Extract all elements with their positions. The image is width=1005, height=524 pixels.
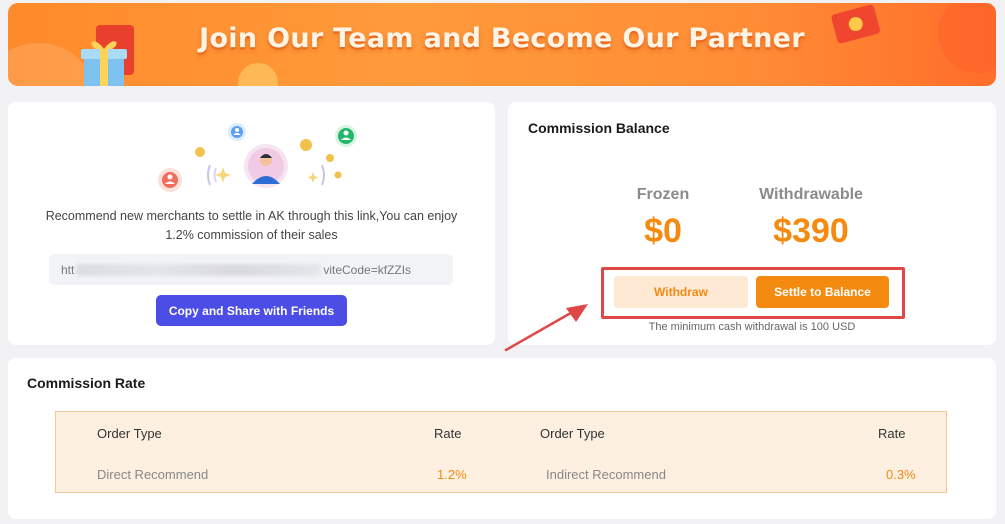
frozen-stat: Frozen $0 xyxy=(620,186,706,251)
invite-link-start: htt xyxy=(61,262,75,277)
copy-share-button[interactable]: Copy and Share with Friends xyxy=(156,295,347,326)
commission-rate-table: Order Type Rate Order Type Rate Direct R… xyxy=(55,411,947,493)
affiliate-page: Join Our Team and Become Our Partner Rec… xyxy=(0,0,1005,524)
frozen-label: Frozen xyxy=(636,186,690,203)
commission-rate-card: Commission Rate Order Type Rate Order Ty… xyxy=(8,358,996,519)
user-avatar-icon xyxy=(228,123,246,141)
invite-description: Recommend new merchants to settle in AK … xyxy=(45,209,458,242)
rate-indirect: 0.3% xyxy=(886,467,916,482)
column-header-order-type: Order Type xyxy=(540,426,605,441)
invite-card: Recommend new merchants to settle in AK … xyxy=(8,102,495,345)
invite-link-end: viteCode=kfZZIs xyxy=(323,262,412,277)
coin-icon xyxy=(300,139,312,151)
column-header-rate: Rate xyxy=(878,426,906,441)
redacted-link-segment xyxy=(76,263,322,276)
order-type-indirect: Indirect Recommend xyxy=(546,467,666,482)
column-header-order-type: Order Type xyxy=(97,426,162,441)
rate-title: Commission Rate xyxy=(27,375,146,391)
banner-decoration xyxy=(238,63,278,86)
balance-title: Commission Balance xyxy=(528,120,670,136)
user-avatar-icon xyxy=(158,168,182,192)
settle-to-balance-button[interactable]: Settle to Balance xyxy=(756,276,889,308)
user-avatar-icon xyxy=(335,125,357,147)
arrow-annotation-icon xyxy=(504,304,588,352)
frozen-value: $0 xyxy=(644,212,682,250)
withdraw-button[interactable]: Withdraw xyxy=(614,276,748,308)
coin-icon xyxy=(195,147,205,157)
referral-illustration xyxy=(158,123,357,192)
partner-banner: Join Our Team and Become Our Partner xyxy=(8,3,996,86)
coin-icon xyxy=(326,154,334,162)
min-withdrawal-note: The minimum cash withdrawal is 100 USD xyxy=(648,321,856,333)
invite-link-field[interactable]: htt viteCode=kfZZIs xyxy=(49,254,453,285)
withdrawable-label: Withdrawable xyxy=(759,186,863,203)
column-header-rate: Rate xyxy=(434,426,462,441)
banner-title: Join Our Team and Become Our Partner xyxy=(199,23,805,54)
rate-direct: 1.2% xyxy=(437,467,467,482)
order-type-direct: Direct Recommend xyxy=(97,467,209,482)
withdrawable-stat: Withdrawable $390 xyxy=(746,186,876,251)
coin-icon xyxy=(334,171,342,179)
withdrawable-value: $390 xyxy=(773,212,849,250)
